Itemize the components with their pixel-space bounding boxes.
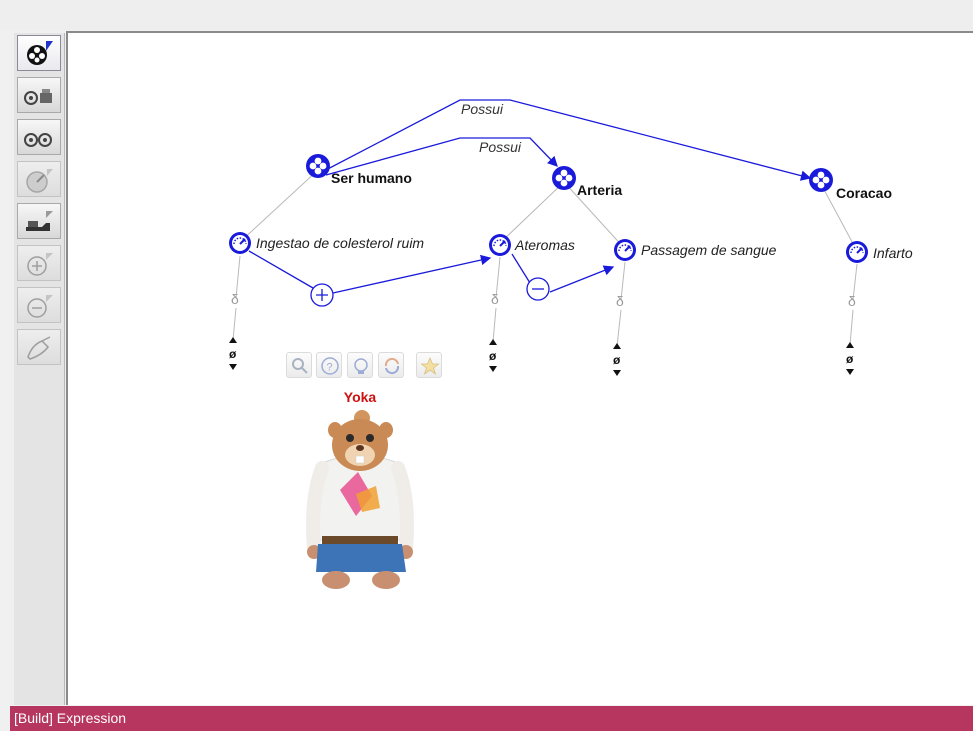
quantity-passagem[interactable]: Passagem de sangue bbox=[613, 238, 777, 262]
value-selector-ateromas[interactable]: ø bbox=[489, 339, 497, 372]
svg-text:?: ? bbox=[327, 362, 333, 374]
quantity-ingestao[interactable]: Ingestao de colesterol ruim bbox=[228, 231, 424, 255]
help-icon: ? bbox=[321, 357, 339, 375]
value-selector-infarto[interactable]: ø bbox=[846, 342, 854, 375]
derivative-passagem[interactable]: δ bbox=[616, 293, 624, 309]
relation-label-possui-2: Possui bbox=[479, 139, 522, 155]
entity-label-coracao: Coracao bbox=[836, 185, 892, 201]
agent-refresh-button[interactable] bbox=[378, 352, 404, 378]
agent-name-label: Yoka bbox=[343, 389, 377, 405]
zero-value-ingestao: ø bbox=[229, 347, 237, 361]
derivative-ateromas[interactable]: δ bbox=[491, 291, 499, 307]
yoka-agent-character[interactable] bbox=[306, 410, 414, 589]
quantity-label-passagem: Passagem de sangue bbox=[641, 242, 777, 258]
quantity-label-ateromas: Ateromas bbox=[514, 237, 575, 253]
derivative-infarto[interactable]: δ bbox=[848, 293, 856, 309]
influence-line-ingestao[interactable] bbox=[248, 250, 314, 289]
agent-search-button[interactable] bbox=[286, 352, 312, 378]
agent-star-button[interactable] bbox=[416, 352, 442, 378]
status-text: [Build] Expression bbox=[14, 710, 127, 726]
agent-help-button[interactable]: ? bbox=[316, 352, 342, 378]
quantity-label-ingestao: Ingestao de colesterol ruim bbox=[256, 235, 424, 251]
status-bar: [Build] Expression bbox=[10, 706, 973, 731]
zero-value-infarto: ø bbox=[846, 352, 854, 366]
influence-line-passagem[interactable] bbox=[549, 265, 615, 293]
positive-influence[interactable] bbox=[310, 283, 334, 307]
entity-label-ser-humano: Ser humano bbox=[331, 170, 412, 186]
refresh-icon bbox=[384, 357, 400, 375]
magnifier-icon bbox=[292, 358, 308, 374]
star-icon bbox=[420, 356, 440, 376]
entity-ser-humano[interactable]: Ser humano bbox=[306, 154, 412, 186]
quantity-ateromas[interactable]: Ateromas bbox=[488, 233, 575, 257]
value-selector-ingestao[interactable]: ø bbox=[229, 337, 237, 370]
relation-label-possui-1: Possui bbox=[461, 101, 504, 117]
idea-icon bbox=[354, 358, 368, 374]
quantity-infarto[interactable]: Infarto bbox=[845, 240, 913, 264]
structure-lines bbox=[232, 169, 858, 347]
zero-value-ateromas: ø bbox=[489, 349, 497, 363]
agent-idea-button[interactable] bbox=[347, 352, 373, 378]
influence-line-ateromas[interactable] bbox=[332, 254, 492, 294]
influence-line-ateromas-minus[interactable] bbox=[511, 253, 531, 284]
derivative-ingestao[interactable]: δ bbox=[231, 291, 239, 307]
zero-value-passagem: ø bbox=[613, 353, 621, 367]
entity-coracao[interactable]: Coracao bbox=[809, 168, 892, 201]
negative-influence[interactable] bbox=[526, 277, 550, 301]
entity-label-arteria: Arteria bbox=[577, 182, 622, 198]
quantity-label-infarto: Infarto bbox=[873, 245, 913, 261]
model-graph: Possui Possui Ser humano Arteria Coracao… bbox=[228, 99, 913, 589]
value-selector-passagem[interactable]: ø bbox=[613, 343, 621, 376]
entity-arteria[interactable]: Arteria bbox=[552, 166, 622, 198]
